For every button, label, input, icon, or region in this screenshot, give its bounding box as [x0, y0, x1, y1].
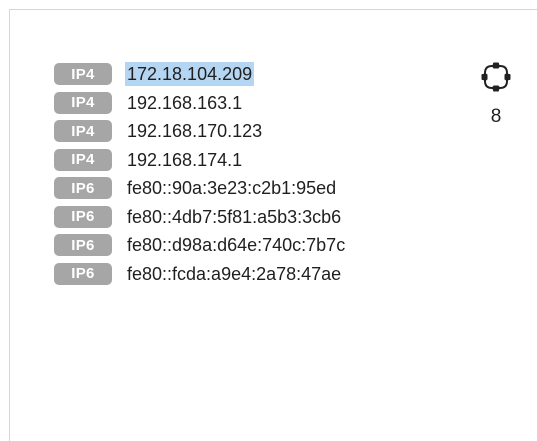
ip-address-row: IP6 fe80::fcda:a9e4:2a78:47ae	[54, 260, 347, 289]
ip-version-badge: IP6	[54, 234, 112, 257]
ip-address-text[interactable]: fe80::90a:3e23:c2b1:95ed	[125, 176, 338, 200]
ip-address-text[interactable]: fe80::4db7:5f81:a5b3:3cb6	[125, 205, 343, 229]
ip-address-row: IP6 fe80::4db7:5f81:a5b3:3cb6	[54, 203, 347, 232]
ip-address-row: IP6 fe80::d98a:d64e:740c:7b7c	[54, 231, 347, 260]
ip-version-badge: IP6	[54, 262, 112, 285]
ip-address-text[interactable]: fe80::fcda:a9e4:2a78:47ae	[125, 262, 343, 286]
ip-address-text[interactable]: 172.18.104.209	[125, 62, 255, 87]
ip-address-text[interactable]: 192.168.170.123	[125, 119, 264, 143]
network-icon	[481, 62, 511, 92]
ip-address-text[interactable]: 192.168.174.1	[125, 148, 244, 172]
ip-address-list: IP4 172.18.104.209 IP4 192.168.163.1 IP4…	[54, 60, 347, 288]
ip-address-text[interactable]: fe80::d98a:d64e:740c:7b7c	[125, 233, 347, 257]
ip-version-badge: IP4	[54, 63, 112, 86]
ip-address-row: IP4 192.168.163.1	[54, 89, 347, 118]
ip-version-badge: IP4	[54, 91, 112, 114]
ip-address-row: IP6 fe80::90a:3e23:c2b1:95ed	[54, 174, 347, 203]
ip-version-badge: IP6	[54, 177, 112, 200]
ip-address-row: IP4 172.18.104.209	[54, 60, 347, 89]
ip-version-badge: IP4	[54, 120, 112, 143]
ip-address-text[interactable]: 192.168.163.1	[125, 91, 244, 115]
ip-version-badge: IP6	[54, 205, 112, 228]
ip-address-row: IP4 192.168.174.1	[54, 146, 347, 175]
ip-address-row: IP4 192.168.170.123	[54, 117, 347, 146]
address-count-summary: 8	[468, 60, 524, 128]
address-count: 8	[490, 106, 502, 127]
ip-version-badge: IP4	[54, 148, 112, 171]
ip-address-panel: IP4 172.18.104.209 IP4 192.168.163.1 IP4…	[9, 9, 537, 441]
